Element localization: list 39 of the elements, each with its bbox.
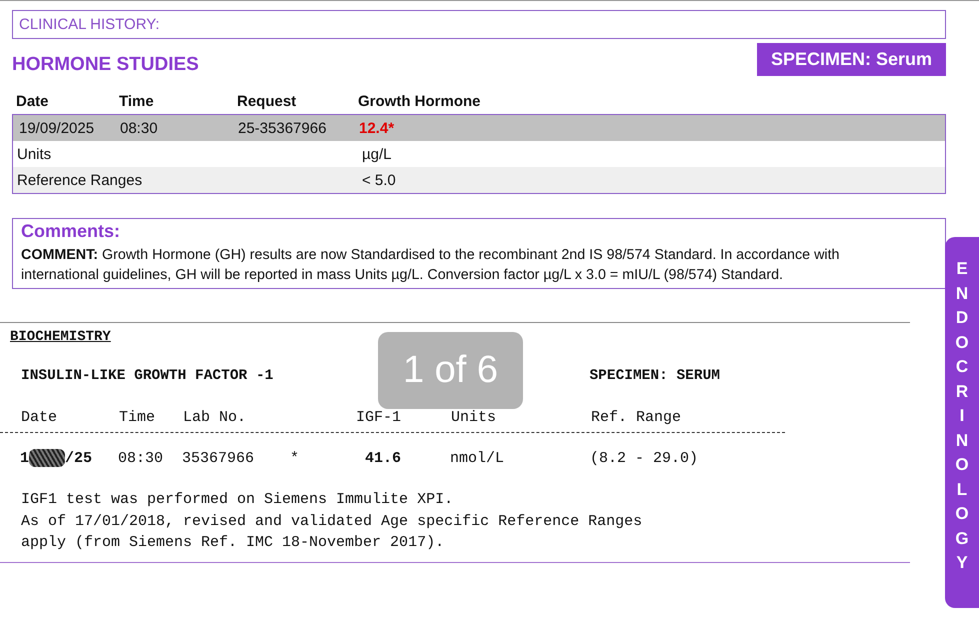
note-text: As of 17/01/2018, revised and validated Age specific Reference Ranges — [21, 512, 644, 532]
column-header: Time — [119, 408, 156, 426]
table-cell-text: 35367966 — [182, 450, 256, 466]
table-cell-text: Reference Ranges — [17, 172, 144, 188]
column-header: Time — [119, 92, 155, 110]
table-cell-text: 41.6 — [365, 450, 402, 466]
table-cell-text: µg/L — [362, 146, 392, 162]
column-header: IGF-1 — [356, 408, 402, 426]
table-cell-text: Units — [17, 146, 52, 162]
column-header: Date — [21, 408, 58, 426]
table-cell-text: 25-35367966 — [238, 120, 328, 136]
column-header: Request — [237, 92, 298, 110]
specimen-label: SPECIMEN: Serum — [756, 43, 946, 76]
section-heading: HORMONE STUDIES — [12, 54, 199, 76]
note-text: IGF1 test was performed on Siemens Immulite XPI. — [21, 490, 454, 510]
table-cell-text: nmol/L — [450, 450, 506, 466]
table-cell-text: 08:30 — [120, 120, 159, 136]
comments-heading: Comments: — [21, 221, 122, 242]
table-cell: (8.2 - 29.0) — [590, 450, 698, 466]
table-cell-text: < 5.0 — [362, 172, 397, 188]
table-cell-text: 08:30 — [118, 450, 164, 466]
specimen-label: SPECIMEN: SERUM — [589, 368, 720, 384]
column-header: Units — [451, 408, 498, 426]
comment-text: COMMENT: Growth Hormone (GH) results are now Standardised to the recombinant 2nd IS 98/574 Standard. In accordance with international guidelines, GH will be reported in mass Units µg/L. Conversion factor µg/L x 3.0 = mIU/L (98/574) Standard. — [21, 246, 840, 285]
section-heading: BIOCHEMISTRY — [10, 329, 111, 345]
table-cell-text: 19/09/2025 — [19, 120, 96, 136]
test-title: INSULIN-LIKE GROWTH FACTOR -1 — [21, 368, 274, 384]
table-cell-text: * — [290, 450, 300, 466]
table-cell-text: 12.4* — [359, 120, 396, 136]
section-tab[interactable]: ENDOCRINOLOGY — [945, 237, 979, 608]
clinical-history-label: CLINICAL HISTORY: — [19, 16, 160, 33]
column-header: Ref. Range — [591, 408, 682, 426]
column-header: Lab No. — [183, 408, 248, 426]
note-text: apply (from Siemens Ref. IMC 18-November 2017). — [21, 533, 446, 553]
column-header: Date — [16, 92, 50, 110]
table-cell: /25 — [65, 450, 92, 466]
column-header: Growth Hormone — [358, 92, 482, 110]
page-indicator: 1 of 6 — [378, 332, 523, 409]
table-cell: 1 — [20, 450, 30, 466]
